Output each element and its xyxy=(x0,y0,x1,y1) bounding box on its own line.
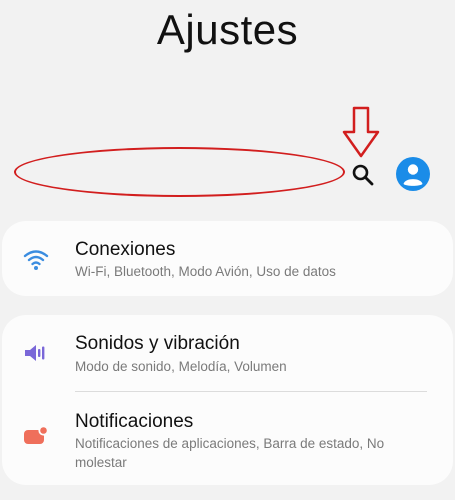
settings-item-subtitle: Modo de sonido, Melodía, Volumen xyxy=(75,359,287,374)
wifi-icon xyxy=(23,250,49,270)
divider xyxy=(75,391,427,392)
settings-item-title: Conexiones xyxy=(75,239,176,260)
notification-icon xyxy=(24,425,49,444)
settings-item-subtitle: Wi-Fi, Bluetooth, Modo Avión, Uso de dat… xyxy=(75,264,336,279)
settings-item-sonidos[interactable]: Sonidos y vibración Modo de sonido, Melo… xyxy=(2,315,453,392)
annotation-arrow xyxy=(342,106,380,158)
annotation-ellipse xyxy=(14,147,345,197)
settings-item-subtitle: Notificaciones de aplicaciones, Barra de… xyxy=(75,436,385,470)
volume-icon xyxy=(25,345,45,361)
search-icon[interactable] xyxy=(350,162,376,188)
settings-item-notificaciones[interactable]: Notificaciones Notificaciones de aplicac… xyxy=(2,393,453,485)
settings-item-title: Notificaciones xyxy=(75,411,194,432)
settings-item-title: Sonidos y vibración xyxy=(75,333,240,354)
settings-item-conexiones[interactable]: Conexiones Wi-Fi, Bluetooth, Modo Avión,… xyxy=(2,221,453,296)
settings-card-sound-notifications: Sonidos y vibración Modo de sonido, Melo… xyxy=(2,315,453,485)
profile-icon[interactable] xyxy=(396,157,430,191)
settings-card-connections: Conexiones Wi-Fi, Bluetooth, Modo Avión,… xyxy=(2,221,453,296)
page-title: Ajustes xyxy=(156,6,299,53)
